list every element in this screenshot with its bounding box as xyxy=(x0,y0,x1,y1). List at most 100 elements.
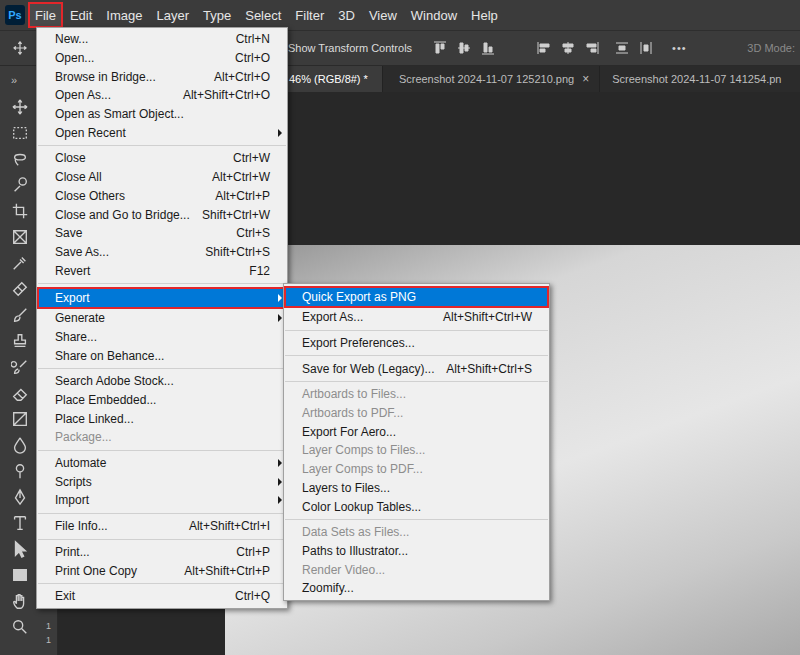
menu-item[interactable]: Place Linked... xyxy=(37,409,287,428)
tool-button[interactable] xyxy=(0,146,40,172)
menu-bar-item[interactable]: File xyxy=(28,2,63,28)
menu-bar-item[interactable]: Select xyxy=(238,2,288,28)
tool-button[interactable] xyxy=(0,614,40,640)
menu-item[interactable]: Automate xyxy=(37,454,287,473)
tool-button[interactable] xyxy=(0,588,40,614)
menu-item[interactable]: Import xyxy=(37,491,287,510)
menu-item[interactable]: CloseCtrl+W xyxy=(37,149,287,168)
expand-panel-button[interactable]: » xyxy=(0,66,40,94)
menu-item[interactable]: Share on Behance... xyxy=(37,346,287,365)
tool-button[interactable] xyxy=(0,302,40,328)
align-top-icon[interactable] xyxy=(432,40,448,56)
menu-item[interactable]: Search Adobe Stock... xyxy=(37,372,287,391)
tool-button[interactable] xyxy=(0,172,40,198)
tool-button[interactable] xyxy=(0,328,40,354)
align-bottom-icon[interactable] xyxy=(480,40,496,56)
menu-item[interactable]: Export For Aero... xyxy=(284,422,549,441)
menu-item[interactable]: Close AllAlt+Ctrl+W xyxy=(37,168,287,187)
submenu-arrow-icon xyxy=(278,478,282,486)
menu-item[interactable]: Place Embedded... xyxy=(37,391,287,410)
menu-bar-item[interactable]: 3D xyxy=(331,2,362,28)
tool-button[interactable] xyxy=(0,458,40,484)
menu-item[interactable]: Artboards to Files... xyxy=(284,385,549,404)
document-tab[interactable]: Screenshot 2024-11-07 125210.png× xyxy=(383,66,600,92)
menu-bar-item[interactable]: View xyxy=(362,2,404,28)
menu-item[interactable]: Save for Web (Legacy)...Alt+Shift+Ctrl+S xyxy=(284,359,549,378)
submenu-arrow-icon xyxy=(278,129,282,137)
menu-item[interactable]: Open Recent xyxy=(37,123,287,142)
align-right-icon[interactable] xyxy=(584,40,600,56)
brush-tool-icon xyxy=(11,306,29,324)
menu-item[interactable]: Export As...Alt+Shift+Ctrl+W xyxy=(284,308,549,327)
menu-item[interactable]: Artboards to PDF... xyxy=(284,404,549,423)
menu-item[interactable]: Layer Comps to Files... xyxy=(284,441,549,460)
menu-item[interactable]: Layers to Files... xyxy=(284,479,549,498)
menu-item[interactable]: Color Lookup Tables... xyxy=(284,497,549,516)
menu-item[interactable]: Open As...Alt+Shift+Ctrl+O xyxy=(37,86,287,105)
menu-item[interactable]: Open...Ctrl+O xyxy=(37,49,287,68)
distribute-vertical-icon[interactable] xyxy=(614,40,630,56)
menu-item[interactable]: ExitCtrl+Q xyxy=(37,587,287,606)
tool-button[interactable] xyxy=(0,224,40,250)
more-options-button[interactable]: ••• xyxy=(672,42,687,54)
menu-item[interactable]: RevertF12 xyxy=(37,261,287,280)
menu-item[interactable]: Print...Ctrl+P xyxy=(37,543,287,562)
tool-button[interactable] xyxy=(0,484,40,510)
menu-item[interactable]: Layer Comps to PDF... xyxy=(284,460,549,479)
menu-item[interactable]: Close OthersAlt+Ctrl+P xyxy=(37,187,287,206)
menu-bar-item[interactable]: Window xyxy=(404,2,464,28)
app-logo[interactable]: Ps xyxy=(5,5,25,25)
tool-button[interactable] xyxy=(0,354,40,380)
submenu-arrow-icon xyxy=(278,459,282,467)
tool-button[interactable] xyxy=(0,562,40,588)
menu-bar-item[interactable]: Edit xyxy=(63,2,99,28)
tool-button[interactable] xyxy=(0,536,40,562)
menu-item[interactable]: Data Sets as Files... xyxy=(284,523,549,542)
tool-button[interactable] xyxy=(0,276,40,302)
menu-bar-item[interactable]: Type xyxy=(196,2,238,28)
menu-item[interactable]: Browse in Bridge...Alt+Ctrl+O xyxy=(37,67,287,86)
show-transform-controls-label[interactable]: Show Transform Controls xyxy=(288,42,412,54)
move-tool-icon[interactable] xyxy=(12,40,28,56)
menu-bar-item[interactable]: Filter xyxy=(288,2,331,28)
align-center-icon[interactable] xyxy=(560,40,576,56)
tool-button[interactable] xyxy=(0,510,40,536)
menu-bar-item[interactable]: Layer xyxy=(150,2,197,28)
crop-tool-icon xyxy=(11,202,29,220)
tool-button[interactable] xyxy=(0,380,40,406)
menu-item[interactable]: Export Preferences... xyxy=(284,334,549,353)
menu-item[interactable]: Zoomify... xyxy=(284,579,549,598)
zoom-tool-icon xyxy=(11,618,29,636)
menu-item[interactable]: New...Ctrl+N xyxy=(37,30,287,49)
menu-bar-item[interactable]: Image xyxy=(99,2,149,28)
tool-button[interactable] xyxy=(0,406,40,432)
align-left-icon[interactable] xyxy=(536,40,552,56)
tool-button[interactable] xyxy=(0,94,40,120)
menu-item[interactable]: Open as Smart Object... xyxy=(37,105,287,124)
menu-separator xyxy=(38,368,286,369)
tool-button[interactable] xyxy=(0,250,40,276)
menu-item[interactable]: Close and Go to Bridge...Shift+Ctrl+W xyxy=(37,205,287,224)
tool-button[interactable] xyxy=(0,198,40,224)
tool-button[interactable] xyxy=(0,432,40,458)
menu-item[interactable]: Render Video... xyxy=(284,560,549,579)
tool-button[interactable] xyxy=(0,120,40,146)
menu-item[interactable]: Print One CopyAlt+Shift+Ctrl+P xyxy=(37,561,287,580)
menu-item[interactable]: SaveCtrl+S xyxy=(37,224,287,243)
menu-item[interactable]: Export xyxy=(37,287,287,309)
close-tab-button[interactable]: × xyxy=(582,72,589,86)
menu-item[interactable]: Generate xyxy=(37,309,287,328)
align-middle-icon[interactable] xyxy=(456,40,472,56)
document-tab[interactable]: Screenshot 2024-11-07 141254.pn xyxy=(600,66,785,92)
submenu-arrow-icon xyxy=(278,496,282,504)
menu-item[interactable]: Paths to Illustrator... xyxy=(284,542,549,561)
distribute-horizontal-icon[interactable] xyxy=(638,40,654,56)
menu-bar-item[interactable]: Help xyxy=(464,2,505,28)
menu-item[interactable]: Scripts xyxy=(37,472,287,491)
menu-item[interactable]: File Info...Alt+Shift+Ctrl+I xyxy=(37,517,287,536)
menu-item[interactable]: Save As...Shift+Ctrl+S xyxy=(37,243,287,262)
menu-item[interactable]: Package... xyxy=(37,428,287,447)
menu-item[interactable]: Share... xyxy=(37,328,287,347)
menu-item[interactable]: Quick Export as PNG xyxy=(284,286,549,308)
pen-tool-icon xyxy=(11,488,29,506)
